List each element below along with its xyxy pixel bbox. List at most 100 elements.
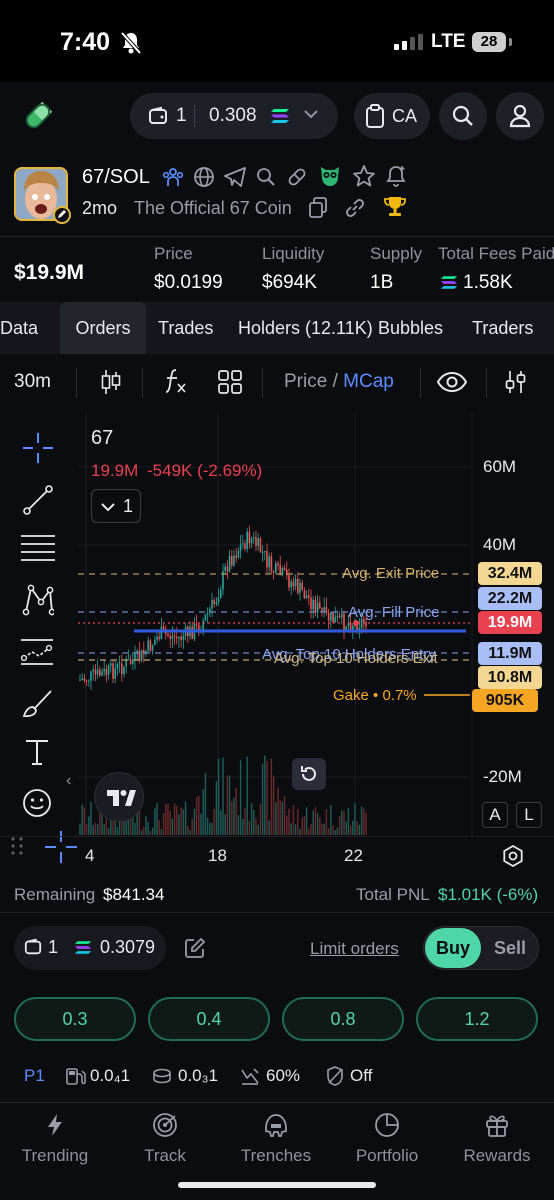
drag-handle-icon[interactable]: [10, 836, 24, 856]
candle-body: [206, 613, 209, 615]
limit-orders-link[interactable]: Limit orders: [310, 939, 399, 959]
candle-body: [314, 599, 317, 613]
copy-ca-button[interactable]: CA: [354, 93, 430, 139]
star-icon[interactable]: [352, 164, 376, 188]
avg-exit-label: Avg. Exit Price: [342, 565, 440, 582]
wallet-count: 1: [176, 105, 187, 126]
reset-chart-button[interactable]: [292, 758, 326, 790]
tip-fee[interactable]: 0.0₃1: [178, 1066, 218, 1086]
collapse-toolbar-icon[interactable]: ‹: [66, 772, 71, 790]
slippage-value[interactable]: 60%: [266, 1066, 300, 1086]
candle-body: [107, 665, 110, 675]
nav-trending[interactable]: Trending: [0, 1110, 110, 1166]
amount-button[interactable]: 1.2: [416, 997, 538, 1041]
amount-button[interactable]: 0.4: [148, 997, 270, 1041]
community-icon[interactable]: [162, 166, 184, 188]
price-toggle-label[interactable]: Price: [284, 371, 327, 392]
search-button[interactable]: [439, 92, 487, 140]
nav-label: Portfolio: [355, 1146, 419, 1165]
divider: [420, 368, 421, 398]
chart-settings-icon[interactable]: [502, 845, 524, 867]
profile-button[interactable]: [496, 92, 544, 140]
buy-tab[interactable]: Buy: [425, 928, 481, 968]
volume-bar: [79, 823, 81, 835]
price-mcap-toggle[interactable]: Price / MCap: [284, 371, 394, 393]
avg-exit-value: 32.4M: [478, 562, 542, 585]
candle-body: [303, 590, 306, 599]
volume-bar: [268, 820, 270, 835]
chevron-down-icon: [304, 109, 318, 119]
wallet-selector[interactable]: 1 0.308: [130, 93, 338, 139]
text-tool-icon[interactable]: [24, 738, 50, 766]
candle-body: [79, 679, 81, 681]
indicators-fx-icon[interactable]: [164, 366, 188, 396]
tab-bubbles[interactable]: Bubbles: [378, 302, 454, 354]
telegram-icon[interactable]: [224, 167, 246, 187]
remaining-value: $841.34: [103, 885, 165, 904]
candle-body: [301, 582, 303, 591]
owl-icon[interactable]: [318, 164, 342, 188]
candle-body: [237, 550, 240, 558]
trendline-tool-icon[interactable]: [22, 484, 54, 516]
search-token-icon[interactable]: [256, 167, 276, 187]
candle-body: [147, 640, 149, 651]
eye-icon[interactable]: [437, 372, 467, 392]
copy-icon[interactable]: [308, 197, 328, 219]
candle-body: [162, 626, 165, 630]
amount-button[interactable]: 0.8: [282, 997, 404, 1041]
volume-bar: [312, 810, 314, 835]
mev-protection[interactable]: Off: [350, 1066, 372, 1086]
candle-body: [330, 612, 332, 621]
nav-rewards[interactable]: Rewards: [442, 1110, 552, 1166]
mcap-toggle-label[interactable]: MCap: [343, 371, 394, 392]
globe-icon[interactable]: [193, 166, 215, 188]
fib-lines-icon[interactable]: [20, 532, 56, 562]
pill-tag-icon[interactable]: [286, 166, 308, 188]
tab-holders[interactable]: Holders (12.11K): [238, 302, 373, 354]
nav-portfolio[interactable]: Portfolio: [332, 1110, 442, 1166]
interval-selector[interactable]: 30m: [14, 371, 51, 393]
pattern-tool-icon[interactable]: [22, 584, 54, 616]
link-icon[interactable]: [344, 197, 366, 219]
liquidity-value: $694K: [262, 272, 317, 293]
tradingview-logo[interactable]: [94, 772, 144, 822]
nav-trenches[interactable]: Trenches: [221, 1110, 331, 1166]
search-icon: [452, 105, 474, 127]
tab-data[interactable]: Data: [0, 302, 52, 354]
emoji-tool-icon[interactable]: [22, 788, 52, 818]
candle-body: [92, 669, 94, 672]
sell-tab[interactable]: Sell: [482, 928, 538, 968]
settings-sliders-icon[interactable]: [505, 369, 527, 395]
trophy-icon[interactable]: [383, 195, 407, 219]
candle-body: [292, 581, 295, 587]
indicator-collapse-button[interactable]: 1: [91, 489, 141, 523]
tab-trades[interactable]: Trades: [158, 302, 228, 354]
forecast-tool-icon[interactable]: [20, 636, 54, 668]
bell-alert-icon[interactable]: [384, 164, 408, 188]
edit-icon[interactable]: [184, 937, 206, 959]
candlestick-icon[interactable]: [100, 368, 122, 396]
candle-body: [176, 636, 178, 639]
auto-scale-button[interactable]: A: [482, 802, 508, 828]
preset-selector[interactable]: P1: [24, 1066, 45, 1086]
pill-logo-icon[interactable]: [22, 100, 54, 132]
layout-grid-icon[interactable]: [218, 370, 242, 394]
tab-traders[interactable]: Traders: [472, 302, 554, 354]
volume-bar: [323, 823, 325, 835]
trade-wallet-selector[interactable]: 1 0.3079: [14, 926, 166, 970]
brush-tool-icon[interactable]: [20, 688, 54, 718]
tab-orders[interactable]: Orders: [60, 302, 146, 354]
volume-bar: [279, 800, 281, 835]
volume-bar: [217, 758, 220, 835]
x-axis-tick: 18: [208, 846, 227, 865]
nav-track[interactable]: Track: [110, 1110, 220, 1166]
crosshair-icon[interactable]: [22, 432, 54, 464]
priority-fee[interactable]: 0.0₄1: [90, 1066, 130, 1086]
volume-bar: [167, 804, 169, 835]
volume-bar: [226, 775, 229, 835]
log-scale-button[interactable]: L: [516, 802, 542, 828]
candle-body: [158, 636, 160, 639]
amount-button[interactable]: 0.3: [14, 997, 136, 1041]
supply-label: Supply: [370, 244, 422, 263]
candle-body: [338, 616, 341, 618]
